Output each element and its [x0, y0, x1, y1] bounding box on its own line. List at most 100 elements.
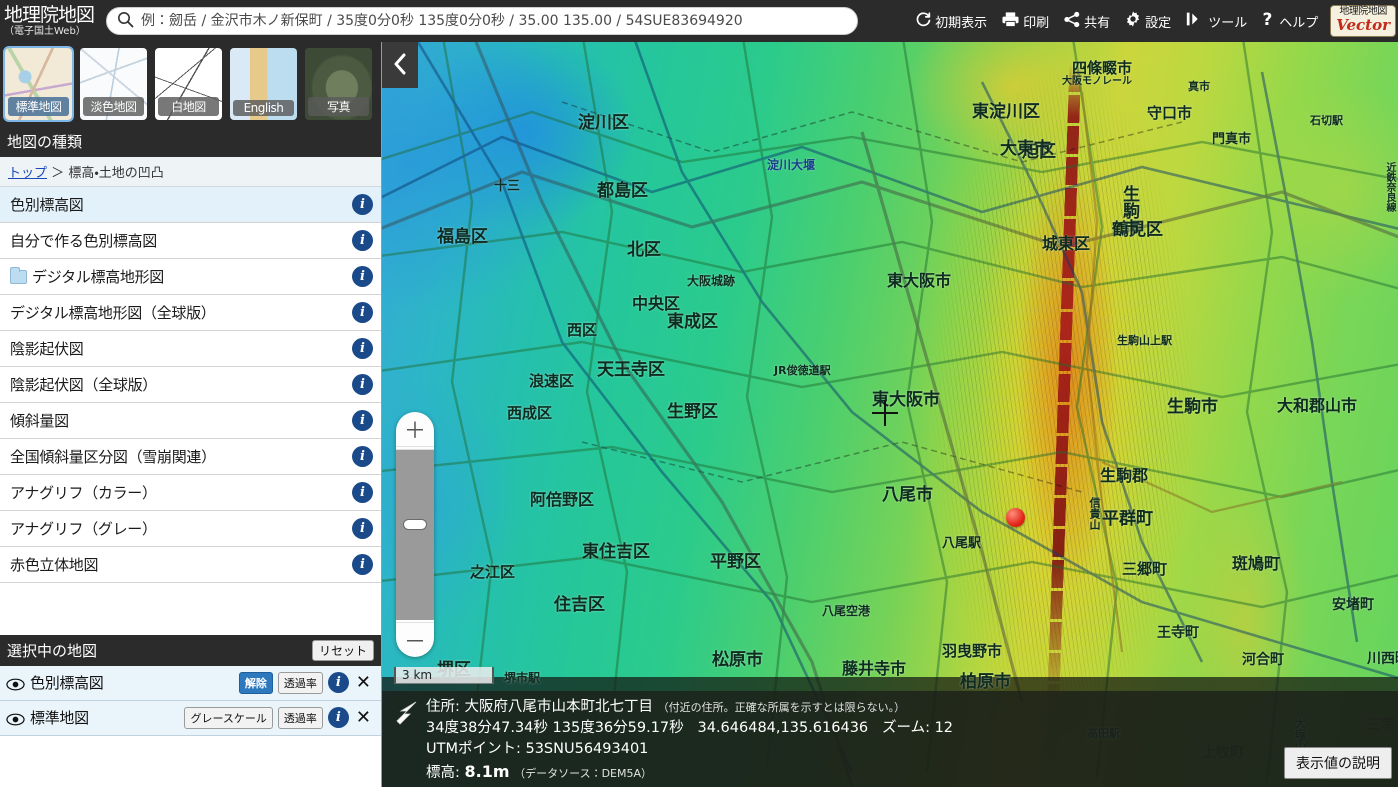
elevation-line: 標高: 8.1m （データソース：DEM5A） — [426, 760, 1388, 784]
zoom-in-button[interactable]: ＋ — [396, 412, 434, 446]
header-button-tools[interactable]: ツール — [1179, 7, 1253, 35]
map-type-label: デジタル標高地形図（全球版） — [10, 304, 216, 322]
close-icon[interactable]: ✕ — [354, 708, 373, 727]
eye-icon[interactable] — [6, 711, 25, 726]
map-type-label: 全国傾斜量区分図（雪崩関連） — [10, 448, 216, 466]
question-icon: ? — [1261, 10, 1276, 32]
header-button-label: ヘルプ — [1279, 15, 1319, 31]
brand-title: 地理院地図 — [4, 3, 95, 26]
layer-action-button[interactable]: 解除 — [238, 671, 273, 694]
zoom-level-value: 12 — [934, 720, 954, 737]
app-root: 地理院地図 （電子国土Web） 初期表示 印刷 — [0, 0, 1398, 787]
info-icon[interactable]: i — [352, 518, 373, 539]
map-type-row[interactable]: アナグリフ（カラー） i — [0, 475, 381, 511]
location-marker[interactable] — [1006, 508, 1025, 527]
map-type-row[interactable]: 赤色立体地図 i — [0, 547, 381, 583]
basemap-thumb-english[interactable]: English — [228, 46, 299, 122]
header-button-label: 設定 — [1145, 15, 1172, 31]
explain-values-button[interactable]: 表示値の説明 — [1284, 747, 1392, 779]
map-type-row[interactable]: 自分で作る色別標高図 i — [0, 223, 381, 259]
header-button-print[interactable]: 印刷 — [995, 8, 1055, 35]
zoom-slider-handle[interactable] — [403, 519, 427, 530]
header-button-settings[interactable]: 設定 — [1118, 7, 1177, 35]
reset-button[interactable]: リセット — [311, 639, 374, 661]
info-icon[interactable]: i — [352, 266, 373, 287]
info-icon[interactable]: i — [352, 446, 373, 467]
info-icon[interactable]: i — [352, 338, 373, 359]
header-button-label: 共有 — [1084, 15, 1111, 31]
brand-subtitle: （電子国土Web） — [4, 25, 86, 37]
close-icon[interactable]: ✕ — [354, 673, 373, 692]
utm-line: UTMポイント: 53SNU56493401 — [426, 739, 1388, 760]
coordinate-info-panel: 住所: 大阪府八尾市山本町北七丁目 （付近の住所。正確な所属を示すとは限らない。… — [382, 691, 1398, 787]
map-type-row[interactable]: 全国傾斜量区分図（雪崩関連） i — [0, 439, 381, 475]
map-type-row[interactable]: 傾斜量図 i — [0, 403, 381, 439]
zoom-out-button[interactable]: － — [396, 623, 434, 657]
info-icon[interactable]: i — [352, 302, 373, 323]
header-button-label: ツール — [1208, 15, 1248, 31]
basemap-thumb-blank[interactable]: 白地図 — [153, 46, 224, 122]
selected-layer-row[interactable]: 色別標高図 解除 透過率 i ✕ — [0, 665, 381, 701]
map-type-row[interactable]: デジタル標高地形図（全球版） i — [0, 295, 381, 331]
map-type-row[interactable]: 色別標高図 i — [0, 187, 381, 223]
map-type-row[interactable]: デジタル標高地形図 i — [0, 259, 381, 295]
search-bar[interactable] — [106, 7, 858, 35]
map-type-label: デジタル標高地形図 — [32, 268, 165, 286]
sidebar-collapse-button[interactable] — [382, 42, 418, 88]
address-note: （付近の住所。正確な所属を示すとは限らない。） — [657, 701, 906, 714]
map-type-row[interactable]: 陰影起伏図（全球版） i — [0, 367, 381, 403]
header-button-help[interactable]: ? ヘルプ — [1255, 7, 1324, 35]
share-icon — [1063, 11, 1081, 32]
header-tools: 初期表示 印刷 共有 設定 ツール ? ヘルプ 地理院地図 Vector — [909, 5, 1398, 37]
selected-layer-label: 標準地図 — [30, 709, 89, 727]
selected-maps-title: 選択中の地図 — [7, 641, 98, 660]
utm-value: 53SNU56493401 — [525, 741, 649, 758]
map-type-label: 赤色立体地図 — [10, 556, 99, 574]
map-types-header: 地図の種類 — [0, 126, 381, 157]
info-icon[interactable]: i — [327, 707, 349, 728]
selected-layer-list: 色別標高図 解除 透過率 i ✕ 標準地図 グレースケール 透過率 i ✕ — [0, 665, 381, 736]
map-type-row[interactable]: アナグリフ（グレー） i — [0, 511, 381, 547]
basemap-thumb-label: 淡色地図 — [83, 97, 144, 116]
header-button-share[interactable]: 共有 — [1057, 8, 1116, 35]
layer-action-button[interactable]: グレースケール — [184, 706, 273, 729]
address-label: 住所: — [426, 699, 460, 715]
vector-logo-line2: Vector — [1336, 15, 1390, 34]
address-value: 大阪府八尾市山本町北七丁目 — [464, 699, 654, 715]
zoom-slider-track[interactable] — [396, 446, 434, 623]
selected-layer-label: 色別標高図 — [30, 674, 104, 692]
info-icon[interactable]: i — [352, 410, 373, 431]
basemap-thumb-label: 白地図 — [158, 97, 219, 116]
zoom-control[interactable]: ＋ － — [396, 412, 434, 657]
basemap-thumb-pale[interactable]: 淡色地図 — [78, 46, 149, 122]
chevron-left-icon — [393, 53, 408, 78]
basemap-thumb-standard[interactable]: 標準地図 — [3, 46, 74, 122]
elevation-label: 標高: — [426, 765, 460, 782]
layer-opacity-button[interactable]: 透過率 — [277, 706, 323, 729]
folder-icon — [10, 266, 27, 284]
info-icon[interactable]: i — [352, 554, 373, 575]
map-type-row[interactable]: 陰影起伏図 i — [0, 331, 381, 367]
selected-layer-row[interactable]: 標準地図 グレースケール 透過率 i ✕ — [0, 700, 381, 736]
utm-label: UTMポイント: — [426, 741, 521, 758]
info-icon[interactable]: i — [352, 374, 373, 395]
basemap-thumbnail-row: 標準地図 淡色地図 白地図 English 写真 — [0, 42, 381, 126]
map-type-list[interactable]: 色別標高図 i 自分で作る色別標高図 i デジタル標高地形図 i デジタル標高地… — [0, 187, 381, 635]
search-input[interactable] — [141, 9, 847, 33]
map-type-label: 陰影起伏図 — [10, 340, 84, 358]
app-header: 地理院地図 （電子国土Web） 初期表示 印刷 — [0, 0, 1398, 42]
map-type-label: 傾斜量図 — [10, 412, 69, 430]
vector-logo-button[interactable]: 地理院地図 Vector — [1330, 5, 1396, 37]
header-button-reset-view[interactable]: 初期表示 — [909, 8, 993, 35]
map-viewport[interactable]: 淀川区 東淀川区 守口市 門真市 真市 旭区 都島区 十三 淀川大堰 北区 福島… — [382, 42, 1398, 787]
breadcrumb: トップ ＞ 標高・土地の凹凸 — [0, 157, 381, 187]
basemap-thumb-photo[interactable]: 写真 — [303, 46, 374, 122]
cursor-arrow-icon — [394, 699, 420, 734]
info-icon[interactable]: i — [352, 482, 373, 503]
info-icon[interactable]: i — [352, 230, 373, 251]
info-icon[interactable]: i — [352, 194, 373, 215]
info-icon[interactable]: i — [327, 672, 349, 693]
layer-opacity-button[interactable]: 透過率 — [277, 671, 323, 694]
eye-icon[interactable] — [6, 676, 25, 691]
breadcrumb-root-link[interactable]: トップ — [8, 166, 47, 181]
